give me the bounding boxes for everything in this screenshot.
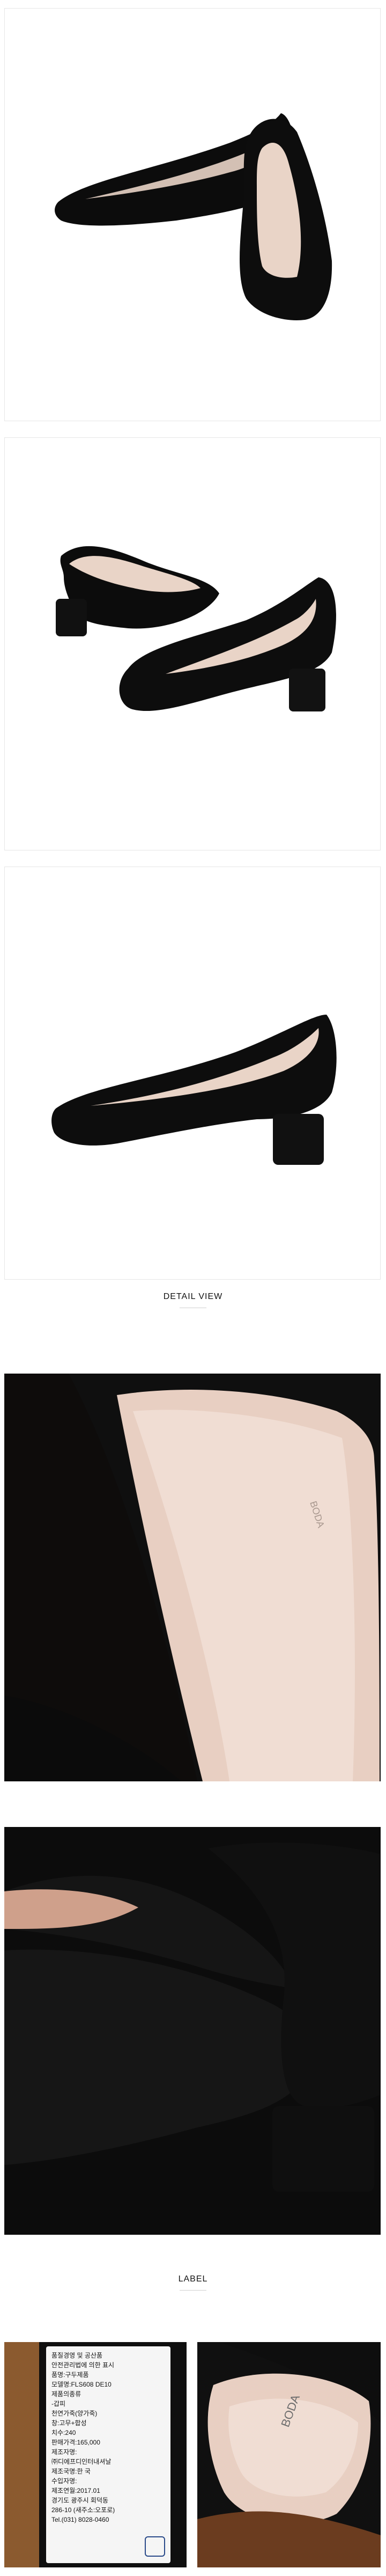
label-line: 경기도 광주시 회덕동 — [51, 2497, 109, 2504]
label-line: 품질경영 및 공산품 — [51, 2352, 102, 2359]
label-line: ㈜디에프디인터내셔날 — [51, 2458, 112, 2465]
label-line: 286-10 (새주소:오포로) — [51, 2506, 115, 2514]
section-title-label: LABEL — [178, 2274, 208, 2284]
product-photo-2 — [4, 437, 381, 850]
label-line: 수입자명: — [51, 2477, 77, 2485]
detail-photo-lining: BODA — [4, 1374, 381, 1781]
label-photo-left: 품질경영 및 공산품 안전관리법에 의한 표시 품명:구두제품 모델명:FLS6… — [4, 2342, 187, 2567]
label-line: 모델명:FLS608 DE10 — [51, 2381, 112, 2388]
label-line: 천연가죽(양가죽) — [51, 2410, 98, 2417]
label-line: 품명:구두제품 — [51, 2371, 89, 2379]
single-shoe-photo — [51, 1015, 337, 1165]
shoe-pair-photo-2 — [56, 546, 336, 711]
label-photo-right: BODA — [197, 2342, 381, 2567]
label-line: Tel.(031) 8028-0460 — [51, 2516, 109, 2523]
label-line: 판매가격:165,000 — [51, 2439, 100, 2446]
label-line: 제조국명:한 국 — [51, 2468, 91, 2475]
label-line: 치수:240 — [51, 2429, 76, 2436]
care-label-text: 품질경영 및 공산품 안전관리법에 의한 표시 품명:구두제품 모델명:FLS6… — [51, 2351, 164, 2524]
product-photo-3 — [4, 867, 381, 1280]
section-divider-label — [180, 2290, 206, 2291]
section-title-detail: DETAIL VIEW — [163, 1292, 223, 1301]
label-line: 제조자명: — [51, 2448, 77, 2456]
shoe-pair-photo-1 — [55, 113, 332, 320]
detail-photo-heel — [4, 1827, 381, 2235]
product-photo-1 — [4, 8, 381, 421]
label-line: 제조연월:2017.01 — [51, 2487, 100, 2494]
label-line: 창:고무+합성 — [51, 2419, 87, 2427]
label-line: 제품의종류 — [51, 2390, 81, 2398]
label-line: 안전관리법에 의한 표시 — [51, 2361, 115, 2369]
label-photo-area: 품질경영 및 공산품 안전관리법에 의한 표시 품명:구두제품 모델명:FLS6… — [4, 2342, 381, 2567]
label-line: -갑피 — [51, 2400, 66, 2408]
kc-mark-icon — [145, 2536, 165, 2557]
care-label-sheet: 품질경영 및 공산품 안전관리법에 의한 표시 품명:구두제품 모델명:FLS6… — [46, 2346, 170, 2563]
